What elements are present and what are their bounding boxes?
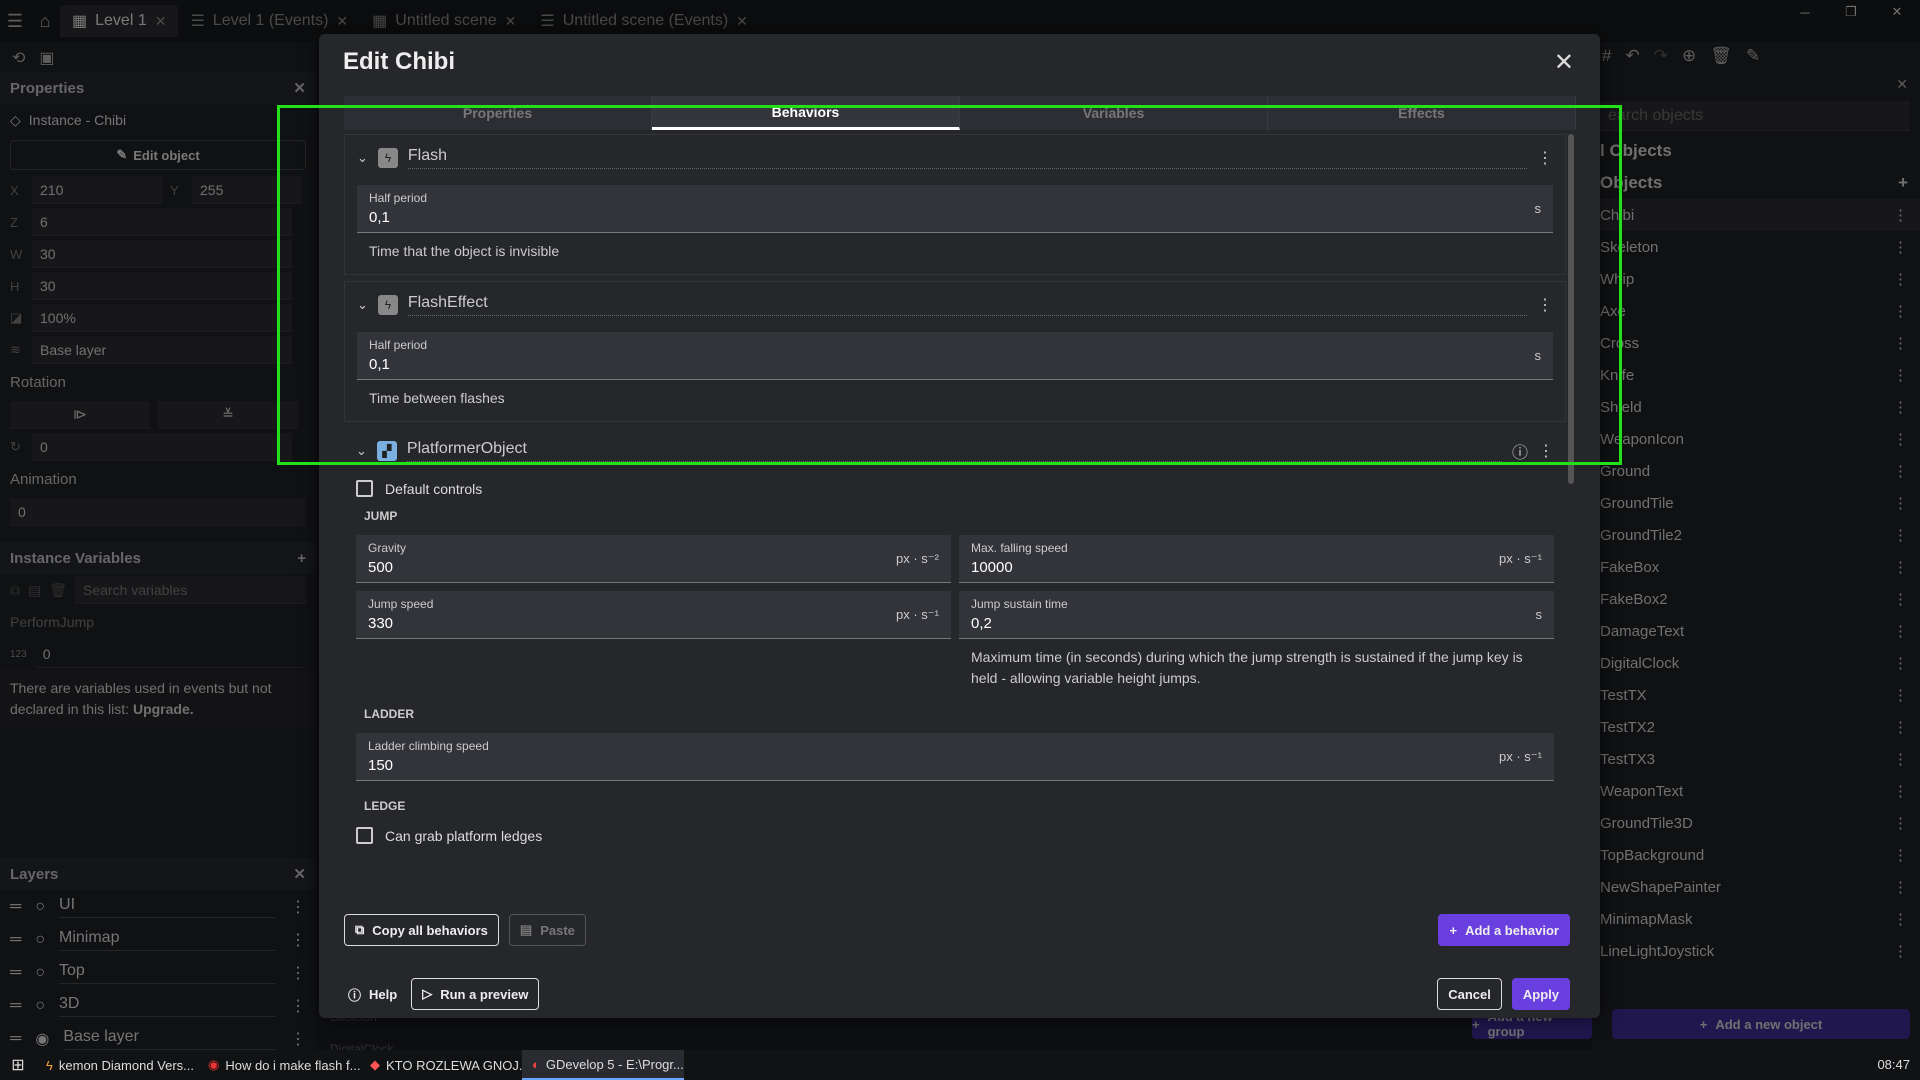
windows-start-icon[interactable]: ⊞: [0, 1055, 36, 1075]
help-button[interactable]: ⓘ Help: [344, 978, 401, 1010]
taskbar-item[interactable]: ◆ KTO ROZLEWA GNOJ...: [360, 1050, 522, 1080]
checkbox[interactable]: [356, 827, 373, 844]
plus-icon: +: [1449, 922, 1458, 938]
paste-icon: ▤: [519, 922, 533, 937]
add-behavior-button[interactable]: + Add a behavior: [1438, 914, 1570, 946]
dialog-title: Edit Chibi: [343, 48, 455, 75]
app-icon: ◆: [370, 1057, 380, 1072]
run-preview-button[interactable]: ▷ Run a preview: [411, 978, 540, 1010]
dialog-footer: ⓘ Help ▷ Run a preview Cancel Apply: [344, 978, 1575, 1010]
jump-row-1: Gravity 500 px · s⁻² Max. falling speed 100…: [356, 523, 1554, 583]
paste-button[interactable]: ▤ Paste: [508, 914, 586, 946]
close-icon[interactable]: ✕: [1554, 48, 1574, 77]
taskbar-item[interactable]: ϟ kemon Diamond Vers...: [36, 1050, 198, 1080]
os-taskbar: ⊞ ϟ kemon Diamond Vers... ◉ How do i make …: [0, 1050, 1920, 1080]
field-description: Maximum time (in seconds) during which t…: [971, 649, 1523, 686]
behaviors-footer: ⧉ Copy all behaviors ▤ Paste + Add a behavi…: [344, 914, 1575, 946]
taskbar-item[interactable]: ◉ How do i make flash f...: [198, 1050, 360, 1080]
clock: 08:47: [1877, 1057, 1910, 1072]
help-icon: ⓘ: [348, 987, 362, 1003]
jump-group-title: JUMP: [364, 509, 398, 523]
default-controls-checkbox[interactable]: Default controls: [356, 480, 1554, 497]
checkbox[interactable]: [356, 480, 373, 497]
app-icon: ◉: [208, 1057, 220, 1072]
jump-speed-field[interactable]: Jump speed 330 px · s⁻¹: [356, 591, 951, 639]
taskbar-item[interactable]: ◐ GDevelop 5 - E:\Progr...: [522, 1050, 684, 1080]
max-falling-speed-field[interactable]: Max. falling speed 10000 px · s⁻¹: [959, 535, 1554, 583]
app-icon: ◐: [532, 1056, 540, 1072]
grab-ledges-checkbox[interactable]: Can grab platform ledges: [356, 827, 1554, 844]
ladder-group-title: LADDER: [364, 707, 414, 721]
play-icon: ▷: [422, 986, 433, 1001]
jump-row-2: Jump speed 330 px · s⁻¹ Jump sustain time 0…: [356, 583, 1554, 689]
jump-sustain-col: Jump sustain time 0,2 s Maximum time (in s…: [959, 583, 1554, 689]
app-icon: ϟ: [46, 1057, 53, 1073]
highlight-box: [277, 105, 1622, 465]
cancel-button[interactable]: Cancel: [1437, 978, 1502, 1010]
apply-button[interactable]: Apply: [1511, 978, 1570, 1010]
gravity-field[interactable]: Gravity 500 px · s⁻²: [356, 535, 951, 583]
jump-sustain-field[interactable]: Jump sustain time 0,2 s: [959, 591, 1554, 639]
ledge-group-title: LEDGE: [364, 799, 406, 813]
copy-icon: ⧉: [355, 922, 365, 937]
behavior-platformer: ⌄ ▞ PlatformerObject ⓘ ⋮ Default control…: [344, 428, 1566, 864]
jump-speed-col: Jump speed 330 px · s⁻¹: [356, 583, 951, 689]
ladder-speed-field[interactable]: Ladder climbing speed 150 px · s⁻¹: [356, 733, 1554, 781]
copy-all-behaviors-button[interactable]: ⧉ Copy all behaviors: [344, 914, 499, 946]
